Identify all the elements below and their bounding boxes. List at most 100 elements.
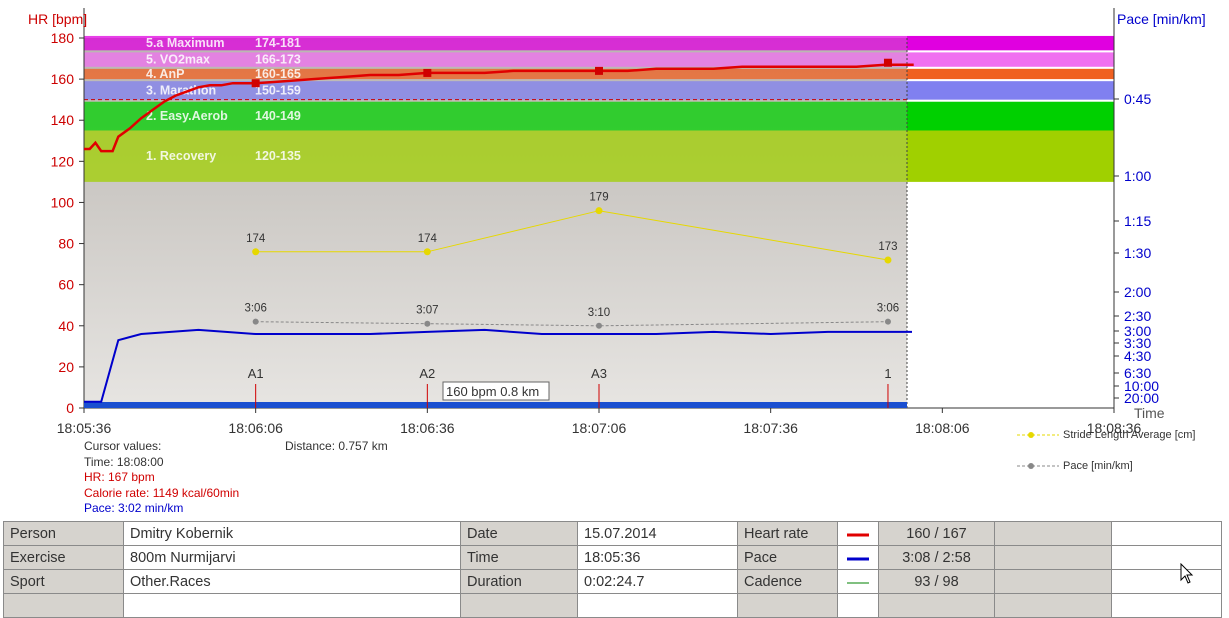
- legend-stride: Stride Length Average [cm]: [1017, 429, 1196, 441]
- row-empty: [994, 569, 1112, 594]
- cursor-label-text: 160 bpm 0.8 km: [446, 384, 539, 399]
- zone-range: 120-135: [255, 149, 301, 163]
- pace-avg-point: [252, 318, 259, 325]
- row-value: 160 / 167: [878, 521, 995, 546]
- zone-name: 2. Easy.Aerob: [146, 109, 228, 123]
- row-value: 800m Nurmijarvi: [123, 545, 461, 570]
- pace-avg-point: [884, 318, 891, 325]
- stride-point: [884, 256, 892, 264]
- row-swatch: [837, 545, 879, 570]
- mouse-cursor-icon: [1180, 563, 1194, 584]
- row-empty: [994, 593, 1112, 618]
- zone-range: 166-173: [255, 53, 301, 67]
- zone-band-right: [907, 101, 1114, 131]
- lap-label: 1: [884, 366, 891, 381]
- row-empty: [994, 521, 1112, 546]
- x-axis-label: Time: [1134, 405, 1165, 421]
- y-tick-label: 0: [66, 400, 74, 416]
- cursor-calorie-rate: Calorie rate: 1149 kcal/60min: [84, 485, 240, 500]
- row-label: [3, 593, 124, 618]
- row-value: 0:02:24.7: [577, 569, 738, 594]
- zone-range: 150-159: [255, 83, 301, 97]
- zone-band-right: [907, 68, 1114, 80]
- row-label: [737, 593, 838, 618]
- y-tick-label: 60: [58, 277, 74, 293]
- lap-label: A2: [419, 366, 435, 381]
- distance-readout: Distance: 0.757 km: [285, 439, 388, 453]
- zone-range: 140-149: [255, 109, 301, 123]
- x-tick-label: 18:07:06: [572, 420, 627, 436]
- zone-band-right: [907, 52, 1114, 67]
- zone-band: [84, 68, 907, 80]
- hr-lap-point: [423, 68, 432, 77]
- cursor-pace: Pace: 3:02 min/km: [84, 501, 184, 515]
- zone-range: 174-181: [255, 36, 301, 50]
- y-tick-label: 100: [51, 194, 75, 210]
- cursor-values-panel: Cursor values: Time: 18:08:00 HR: 167 bp…: [84, 439, 239, 517]
- pace-tick-label: 1:30: [1124, 245, 1151, 261]
- y-tick-label: 80: [58, 236, 74, 252]
- row-label: Heart rate: [737, 521, 838, 546]
- row-value: [123, 593, 461, 618]
- summary-row: Exercise 800m Nurmijarvi Time 18:05:36 Pace 3…: [3, 545, 1222, 570]
- summary-row: [3, 593, 1222, 618]
- row-empty: [1111, 521, 1222, 546]
- row-label: [460, 593, 578, 618]
- stride-label: 174: [246, 233, 266, 245]
- row-value: 93 / 98: [878, 569, 995, 594]
- y-tick-label: 20: [58, 359, 74, 375]
- cursor-time: Time: 18:08:00: [84, 454, 164, 469]
- pace-tick-label: 2:00: [1124, 284, 1151, 300]
- row-label: Duration: [460, 569, 578, 594]
- row-value: 3:08 / 2:58: [878, 545, 995, 570]
- y-tick-label: 160: [51, 71, 75, 87]
- row-swatch: [837, 569, 879, 594]
- row-label: Sport: [3, 569, 124, 594]
- row-empty: [994, 545, 1112, 570]
- legend-swatch: [847, 582, 869, 583]
- hr-lap-point: [595, 66, 603, 75]
- stride-legend-swatch: [1017, 432, 1059, 439]
- zone-name: 1. Recovery: [146, 149, 216, 163]
- lap-label: A1: [248, 366, 264, 381]
- y-tick-label: 40: [58, 318, 74, 334]
- pace-tick-label: 1:00: [1124, 168, 1151, 184]
- row-value: [577, 593, 738, 618]
- row-value: 18:05:36: [577, 545, 738, 570]
- row-empty: [1111, 593, 1222, 618]
- hr-chart[interactable]: 5.a Maximum 174-181 5. VO2max 166-173 4. AnP…: [0, 0, 1229, 460]
- distance-bar: [84, 402, 907, 408]
- row-swatch: [837, 593, 879, 618]
- zone-name: 5. VO2max: [146, 53, 210, 67]
- y-tick-label: 120: [51, 153, 75, 169]
- stride-point: [423, 248, 431, 256]
- row-label: Pace: [737, 545, 838, 570]
- legend-swatch: [847, 557, 869, 560]
- pace-tick-label: 1:15: [1124, 213, 1151, 229]
- stride-label: 179: [589, 192, 608, 204]
- legend-stride-label: Stride Length Average [cm]: [1063, 429, 1196, 441]
- pace-avg-point: [596, 322, 602, 329]
- row-label: Time: [460, 545, 578, 570]
- zone-band-right: [907, 81, 1114, 100]
- hr-lap-point: [883, 58, 892, 67]
- row-label: Cadence: [737, 569, 838, 594]
- summary-row: Person Dmitry Kobernik Date 15.07.2014 Heart…: [3, 521, 1222, 546]
- pace-avg-label: 3:06: [877, 303, 899, 315]
- pace-tick-label: 2:30: [1124, 308, 1151, 324]
- row-label: Exercise: [3, 545, 124, 570]
- row-value: Dmitry Kobernik: [123, 521, 461, 546]
- stride-point: [252, 248, 260, 256]
- row-empty: [1111, 569, 1222, 594]
- pace-avg-point: [424, 320, 431, 327]
- x-tick-label: 18:07:36: [743, 420, 798, 436]
- pace-tick-label: 4:30: [1124, 348, 1151, 364]
- pace-avg-label: 3:06: [244, 303, 266, 315]
- lap-label: A3: [591, 366, 607, 381]
- x-tick-label: 18:06:06: [228, 420, 283, 436]
- zone-band-right: [907, 35, 1114, 51]
- x-tick-label: 18:08:06: [915, 420, 970, 436]
- legend-pace-label: Pace [min/km]: [1063, 460, 1133, 472]
- y-right-axis-label: Pace [min/km]: [1117, 11, 1206, 27]
- cursor-values-title: Cursor values:: [84, 439, 162, 453]
